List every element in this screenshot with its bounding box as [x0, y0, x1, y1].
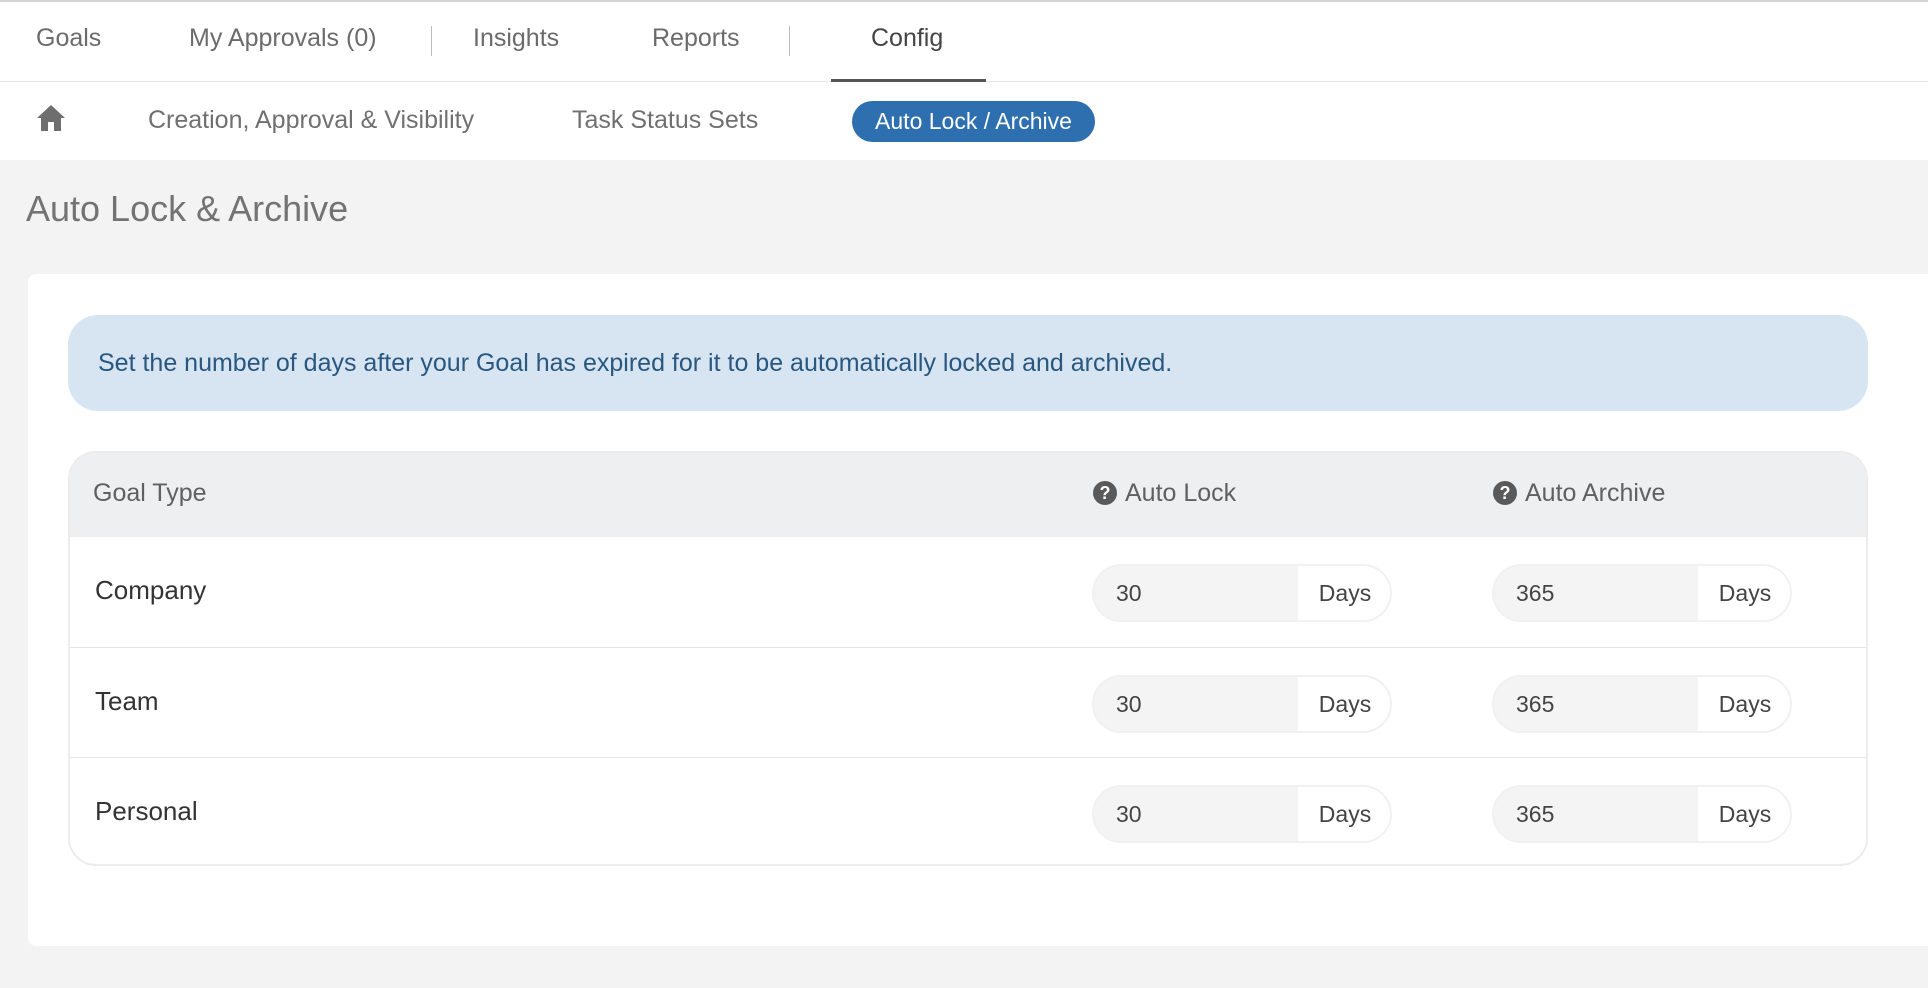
goal-type-label: Team — [95, 686, 159, 716]
tab-insights[interactable]: Insights — [473, 24, 559, 53]
question-circle-icon[interactable]: ? — [1493, 481, 1517, 505]
auto-lock-input[interactable] — [1094, 677, 1298, 731]
auto-lock-input[interactable] — [1094, 566, 1298, 620]
days-unit-label: Days — [1298, 787, 1390, 841]
subnav-task-status-sets[interactable]: Task Status Sets — [572, 106, 758, 135]
auto-archive-input[interactable] — [1494, 677, 1698, 731]
days-unit-label: Days — [1298, 677, 1390, 731]
header-auto-archive-label: Auto Archive — [1525, 479, 1666, 507]
header-auto-lock-label: Auto Lock — [1125, 479, 1237, 507]
goal-type-label: Company — [95, 575, 207, 605]
subnav-auto-lock-archive[interactable]: Auto Lock / Archive — [852, 101, 1095, 142]
table-row: Team Days Days — [70, 647, 1866, 757]
sub-nav: Creation, Approval & Visibility Task Sta… — [0, 82, 1928, 160]
tab-goals[interactable]: Goals — [36, 24, 101, 53]
tab-config[interactable]: Config — [871, 24, 943, 53]
nav-divider — [431, 26, 432, 56]
goal-type-label: Personal — [95, 796, 198, 826]
info-banner: Set the number of days after your Goal h… — [68, 315, 1868, 411]
table-header: Goal Type ? Auto Lock ? Auto Archive — [70, 453, 1866, 537]
auto-lock-field: Days — [1092, 675, 1392, 733]
days-unit-label: Days — [1698, 566, 1790, 620]
home-icon[interactable] — [35, 102, 67, 134]
auto-archive-input[interactable] — [1494, 787, 1698, 841]
nav-divider — [789, 26, 790, 56]
auto-archive-input[interactable] — [1494, 566, 1698, 620]
auto-lock-field: Days — [1092, 785, 1392, 843]
auto-lock-input[interactable] — [1094, 787, 1298, 841]
auto-lock-archive-table: Goal Type ? Auto Lock ? Auto Archive Compa… — [68, 451, 1868, 866]
table-row: Personal Days Days — [70, 757, 1866, 864]
top-nav: Goals My Approvals (0) Insights Reports … — [0, 0, 1928, 82]
table-row: Company Days Days — [70, 537, 1866, 647]
subnav-creation-approval-visibility[interactable]: Creation, Approval & Visibility — [148, 106, 474, 135]
auto-archive-field: Days — [1492, 675, 1792, 733]
auto-archive-field: Days — [1492, 785, 1792, 843]
auto-archive-field: Days — [1492, 564, 1792, 622]
tab-reports[interactable]: Reports — [652, 24, 740, 53]
auto-lock-field: Days — [1092, 564, 1392, 622]
header-goal-type: Goal Type — [93, 479, 207, 507]
days-unit-label: Days — [1698, 787, 1790, 841]
header-auto-lock: ? Auto Lock — [1093, 479, 1236, 508]
tab-my-approvals[interactable]: My Approvals (0) — [189, 24, 377, 53]
page-title: Auto Lock & Archive — [26, 188, 349, 229]
days-unit-label: Days — [1298, 566, 1390, 620]
header-auto-archive: ? Auto Archive — [1493, 479, 1665, 508]
days-unit-label: Days — [1698, 677, 1790, 731]
question-circle-icon[interactable]: ? — [1093, 481, 1117, 505]
